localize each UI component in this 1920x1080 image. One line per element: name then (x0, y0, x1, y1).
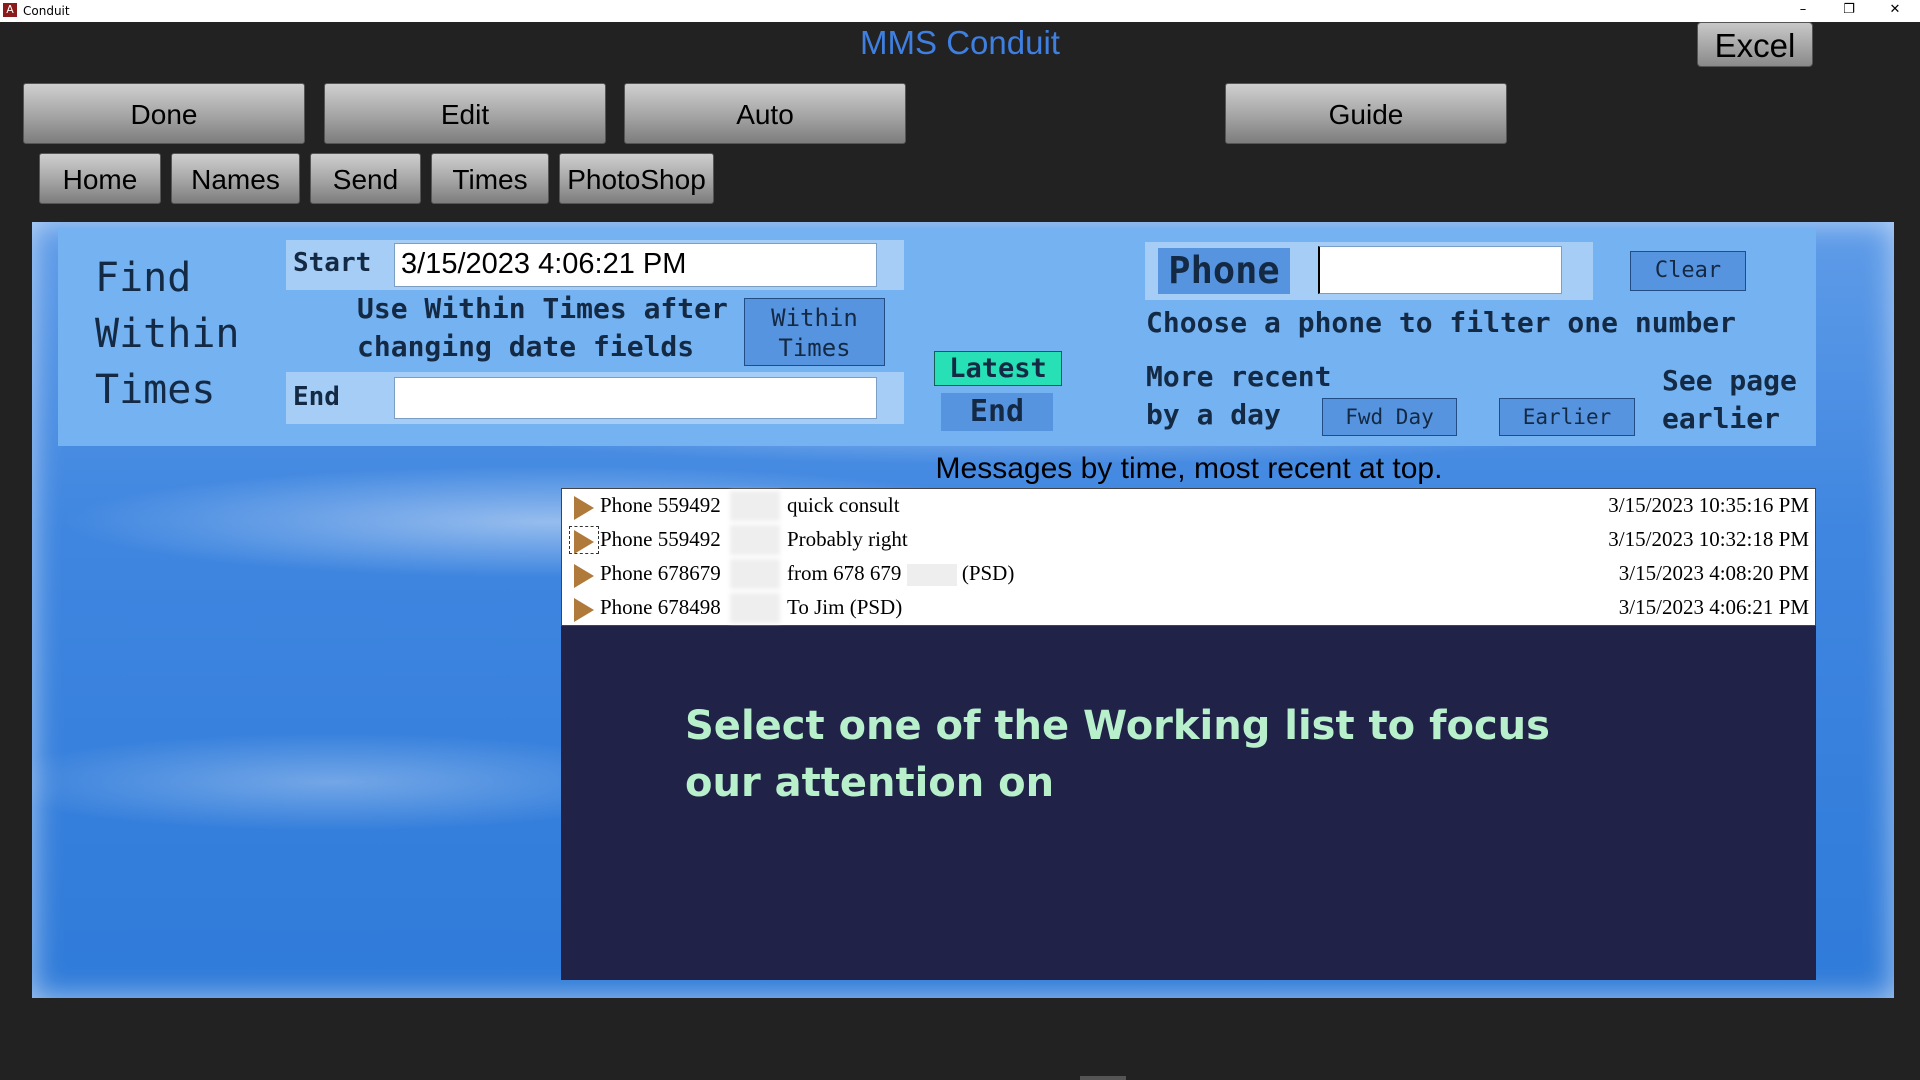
expand-arrow-icon[interactable] (574, 564, 594, 588)
phone-filter-hint: Choose a phone to filter one number (1146, 306, 1737, 339)
label-line: by a day (1146, 398, 1281, 431)
message-row[interactable]: Phone 559492 quick consult 3/15/2023 10:… (562, 489, 1815, 523)
message-time: 3/15/2023 10:32:18 PM (1608, 527, 1809, 551)
within-times-button[interactable]: Within Times (744, 298, 885, 366)
message-time: 3/15/2023 10:35:16 PM (1608, 493, 1809, 517)
redacted-digits (730, 559, 780, 589)
message-text: To Jim (PSD) (787, 595, 903, 619)
app-title: MMS Conduit (860, 24, 1060, 61)
message-row[interactable]: Phone 678679 from 678 679 (PSD) 3/15/202… (562, 557, 1815, 591)
message-row[interactable]: Phone 559492 Probably right 3/15/2023 10… (562, 523, 1815, 557)
message-text: Probably right (787, 527, 908, 551)
heading-line: Times (95, 367, 216, 413)
heading-line: Within (95, 311, 240, 357)
done-button[interactable]: Done (23, 83, 305, 144)
label-line: See page (1662, 364, 1797, 397)
button-line: Within (771, 304, 858, 332)
message-text: quick consult (787, 493, 900, 517)
messages-heading: Messages by time, most recent at top. (935, 452, 1443, 485)
edit-button[interactable]: Edit (324, 83, 606, 144)
phone-input[interactable] (1318, 246, 1562, 294)
restore-button[interactable]: ❐ (1826, 0, 1872, 22)
label-line: earlier (1662, 402, 1781, 435)
hint-line: changing date fields (357, 330, 695, 363)
redacted-digits (730, 525, 780, 555)
send-button[interactable]: Send (310, 153, 421, 204)
message-phone: Phone 678679 (600, 561, 721, 585)
clear-button[interactable]: Clear (1630, 251, 1746, 291)
redacted-digits (730, 491, 780, 521)
more-recent-label: More recent by a day (1146, 358, 1331, 434)
scroll-indicator (1080, 1076, 1126, 1080)
detail-message: Select one of the Working list to focus … (685, 703, 1550, 806)
redacted-digits (906, 564, 957, 587)
start-label: Start (293, 248, 372, 278)
message-text: from 678 679 (787, 561, 902, 585)
find-within-times-heading: Find Within Times (95, 250, 240, 418)
heading-line: Find (95, 255, 192, 301)
button-line: Times (778, 334, 851, 362)
hint-line: Use Within Times after (357, 292, 728, 325)
messages-list: Phone 559492 quick consult 3/15/2023 10:… (561, 488, 1816, 626)
fwd-day-button[interactable]: Fwd Day (1322, 398, 1457, 436)
message-text-wrap: from 678 679 (PSD) (787, 561, 1015, 587)
end-button[interactable]: End (941, 393, 1053, 431)
message-time: 3/15/2023 4:08:20 PM (1618, 561, 1809, 585)
guide-button[interactable]: Guide (1225, 83, 1507, 144)
redacted-digits (730, 593, 780, 623)
excel-button[interactable]: Excel (1697, 22, 1813, 67)
phone-button[interactable]: Phone (1158, 248, 1290, 294)
message-row[interactable]: Phone 678498 To Jim (PSD) 3/15/2023 4:06… (562, 591, 1815, 625)
expand-arrow-icon[interactable] (574, 530, 594, 554)
photoshop-button[interactable]: PhotoShop (559, 153, 714, 204)
latest-button[interactable]: Latest (934, 351, 1062, 386)
start-date-input[interactable]: 3/15/2023 4:06:21 PM (394, 243, 877, 287)
earlier-button[interactable]: Earlier (1499, 398, 1635, 436)
expand-arrow-icon[interactable] (574, 598, 594, 622)
home-button[interactable]: Home (39, 153, 161, 204)
message-time: 3/15/2023 4:06:21 PM (1618, 595, 1809, 619)
message-phone: Phone 678498 (600, 595, 721, 619)
minimize-button[interactable]: – (1780, 0, 1826, 22)
names-button[interactable]: Names (171, 153, 300, 204)
auto-button[interactable]: Auto (624, 83, 906, 144)
label-line: More recent (1146, 360, 1332, 393)
window-title-bar: A Conduit – ❐ ✕ (0, 0, 1920, 22)
expand-arrow-icon[interactable] (574, 496, 594, 520)
window-title: Conduit (23, 4, 70, 18)
times-button[interactable]: Times (431, 153, 549, 204)
message-text-suffix: (PSD) (961, 561, 1015, 585)
message-phone: Phone 559492 (600, 527, 721, 551)
end-date-input[interactable] (394, 377, 877, 419)
message-phone: Phone 559492 (600, 493, 721, 517)
see-page-earlier-label: See page earlier (1662, 362, 1797, 438)
end-label: End (293, 382, 340, 412)
app-icon: A (3, 3, 17, 17)
within-times-hint: Use Within Times after changing date fie… (357, 290, 728, 366)
close-button[interactable]: ✕ (1872, 0, 1918, 22)
